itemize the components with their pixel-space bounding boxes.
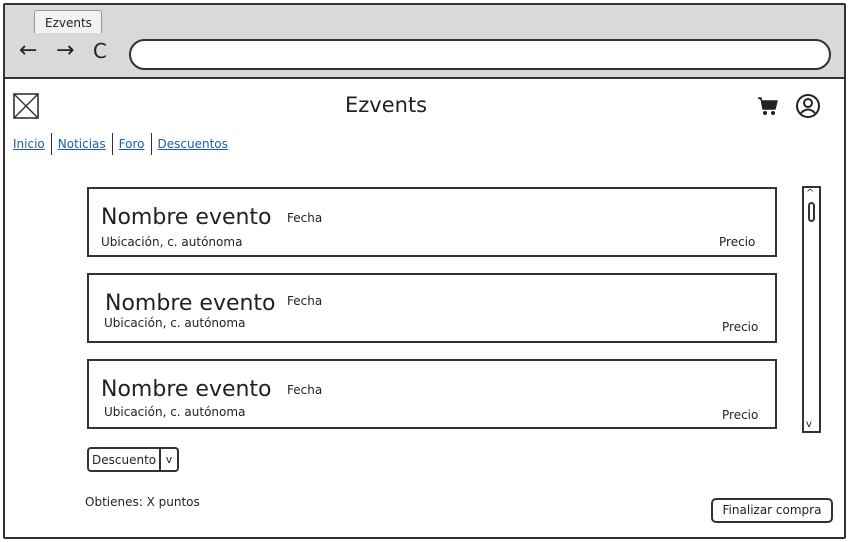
main-nav: Inicio Noticias Foro Descuentos	[13, 133, 234, 155]
event-price: Precio	[722, 320, 759, 334]
browser-window: Ezvents ← → C Ezvents Inicio Noticias Fo…	[3, 3, 846, 539]
event-date: Fecha	[287, 383, 323, 397]
browser-chrome: Ezvents ← → C	[5, 5, 844, 79]
discount-select[interactable]: Descuento v	[87, 447, 179, 472]
event-location: Ubicación, c. autónoma	[101, 235, 243, 249]
scroll-up-icon[interactable]: ^	[806, 188, 814, 199]
event-card[interactable]: Nombre evento Fecha Ubicación, c. autóno…	[87, 359, 777, 429]
event-location: Ubicación, c. autónoma	[104, 405, 246, 419]
discount-select-value: Descuento	[92, 452, 157, 467]
chevron-down-icon[interactable]: v	[159, 449, 177, 470]
event-date: Fecha	[287, 211, 323, 225]
address-bar[interactable]	[129, 39, 831, 70]
back-arrow-icon[interactable]: ←	[19, 40, 37, 62]
event-date: Fecha	[287, 294, 323, 308]
scroll-down-icon[interactable]: v	[806, 419, 812, 430]
user-account-icon[interactable]	[795, 93, 821, 119]
nav-link-inicio[interactable]: Inicio	[13, 137, 51, 151]
nav-link-noticias[interactable]: Noticias	[52, 137, 112, 151]
event-name: Nombre evento	[101, 377, 272, 402]
browser-tab[interactable]: Ezvents	[34, 10, 102, 33]
event-price: Precio	[719, 235, 756, 249]
event-name: Nombre evento	[105, 291, 276, 316]
reload-icon[interactable]: C	[93, 40, 107, 62]
event-name: Nombre evento	[101, 205, 272, 230]
event-list-scrollbar[interactable]: ^ v	[802, 186, 821, 433]
scroll-thumb[interactable]	[808, 202, 815, 222]
forward-arrow-icon[interactable]: →	[56, 40, 74, 62]
nav-link-descuentos[interactable]: Descuentos	[152, 137, 234, 151]
event-card[interactable]: Nombre evento Fecha Ubicación, c. autóno…	[87, 273, 777, 343]
event-price: Precio	[722, 408, 759, 422]
event-card[interactable]: Nombre evento Fecha Ubicación, c. autóno…	[87, 187, 777, 257]
points-text: Obtienes: X puntos	[85, 495, 200, 509]
shopping-cart-icon[interactable]	[757, 95, 779, 117]
event-location: Ubicación, c. autónoma	[104, 316, 246, 330]
nav-link-foro[interactable]: Foro	[113, 137, 151, 151]
site-title: Ezvents	[345, 93, 428, 117]
logo-placeholder-icon	[13, 93, 39, 119]
checkout-button[interactable]: Finalizar compra	[711, 498, 833, 523]
